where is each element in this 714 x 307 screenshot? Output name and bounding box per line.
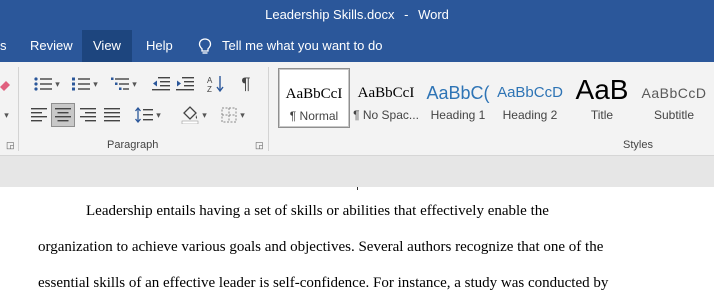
svg-text:Z: Z — [207, 85, 212, 93]
style-sample: AaBbCcI — [357, 85, 415, 101]
sort-icon: A Z — [207, 76, 224, 93]
styles-group-label: Styles — [623, 139, 653, 151]
page-break-mark — [357, 187, 358, 190]
numbering-button[interactable]: ▾ — [68, 72, 102, 96]
document-line: Leadership entails having a set of skill… — [86, 203, 549, 219]
style-normal[interactable]: AaBbCcI ¶ Normal — [278, 68, 350, 128]
align-right-icon — [80, 108, 96, 122]
clear-formatting-icon[interactable] — [0, 76, 10, 94]
document-line: essential skills of an effective leader … — [38, 275, 609, 291]
styles-gallery: AaBbCcI ¶ Normal AaBbCcI ¶ No Spac... Aa… — [276, 68, 714, 128]
style-sample: AaBbCcD — [641, 85, 707, 101]
bullets-button[interactable]: ▾ — [30, 72, 64, 96]
style-title[interactable]: AaB Title — [566, 68, 638, 128]
justify-icon — [104, 108, 120, 122]
shading-button[interactable]: ▾ — [177, 103, 211, 127]
align-right-button[interactable] — [77, 103, 99, 127]
show-formatting-marks-icon[interactable]: ¶ — [234, 72, 258, 96]
borders-button[interactable]: ▾ — [215, 103, 251, 127]
style-heading-1[interactable]: AaBbC( Heading 1 — [422, 68, 494, 128]
justify-button[interactable] — [101, 103, 123, 127]
tell-me-label: Tell me what you want to do — [222, 38, 383, 53]
style-sample: AaBbCcD — [497, 84, 563, 101]
tab-design-partial[interactable]: s — [0, 30, 18, 62]
decrease-indent-icon — [152, 77, 170, 91]
ribbon-separator — [268, 67, 269, 151]
tab-review[interactable]: Review — [19, 30, 84, 62]
style-name: Subtitle — [653, 108, 695, 122]
sort-button[interactable]: A Z — [204, 72, 228, 96]
document-page[interactable]: Leadership entails having a set of skill… — [0, 187, 714, 307]
ribbon-tabs: s Review View Help Tell me what you want… — [0, 30, 714, 62]
borders-icon — [221, 107, 237, 123]
style-name: Heading 1 — [430, 108, 486, 122]
increase-indent-button[interactable] — [174, 72, 196, 96]
font-group-launcher-icon[interactable]: ◲ — [6, 140, 15, 151]
app-name: Word — [418, 7, 449, 22]
lightbulb-icon — [198, 37, 212, 54]
line-spacing-icon — [135, 107, 154, 123]
align-left-icon — [31, 108, 47, 122]
bullets-icon — [34, 77, 53, 91]
style-no-spacing[interactable]: AaBbCcI ¶ No Spac... — [350, 68, 422, 128]
ribbon-separator — [18, 67, 19, 151]
numbering-icon — [72, 77, 91, 91]
paint-bucket-icon — [181, 106, 199, 124]
tab-help[interactable]: Help — [135, 30, 184, 62]
document-canvas-background — [0, 156, 714, 187]
title-bar: Leadership Skills.docx - Word — [0, 0, 714, 30]
multilevel-list-icon — [111, 77, 130, 90]
svg-text:A: A — [207, 76, 213, 85]
tell-me-search[interactable]: Tell me what you want to do — [198, 30, 382, 62]
paragraph-group-label: Paragraph — [107, 139, 159, 151]
align-left-button[interactable] — [28, 103, 50, 127]
multilevel-list-button[interactable]: ▾ — [106, 72, 142, 96]
ribbon: ▾ ◲ ▾ ▾ ▾ A Z ¶ ▾ ▾ ▾ Paragraph ◲ AaBbCc… — [0, 62, 714, 156]
tab-view[interactable]: View — [82, 30, 132, 62]
decrease-indent-button[interactable] — [150, 72, 172, 96]
paragraph-group-launcher-icon[interactable]: ◲ — [255, 140, 264, 151]
style-name: ¶ Normal — [289, 109, 339, 123]
style-sample: AaB — [575, 74, 629, 105]
align-center-button[interactable] — [51, 103, 75, 127]
font-color-chevron-icon[interactable]: ▾ — [0, 106, 10, 124]
style-sample: AaBbC( — [426, 83, 490, 103]
style-name: Heading 2 — [502, 108, 558, 122]
style-sample: AaBbCcI — [285, 86, 343, 102]
style-name: Title — [590, 108, 614, 122]
increase-indent-icon — [176, 77, 194, 91]
align-center-icon — [55, 108, 71, 122]
style-heading-2[interactable]: AaBbCcD Heading 2 — [494, 68, 566, 128]
style-subtitle[interactable]: AaBbCcD Subtitle — [638, 68, 710, 128]
line-spacing-button[interactable]: ▾ — [131, 103, 165, 127]
title-separator: - — [404, 7, 409, 22]
style-name: ¶ No Spac... — [353, 108, 419, 122]
document-name: Leadership Skills.docx — [265, 7, 395, 22]
document-line: organization to achieve various goals an… — [38, 239, 604, 255]
